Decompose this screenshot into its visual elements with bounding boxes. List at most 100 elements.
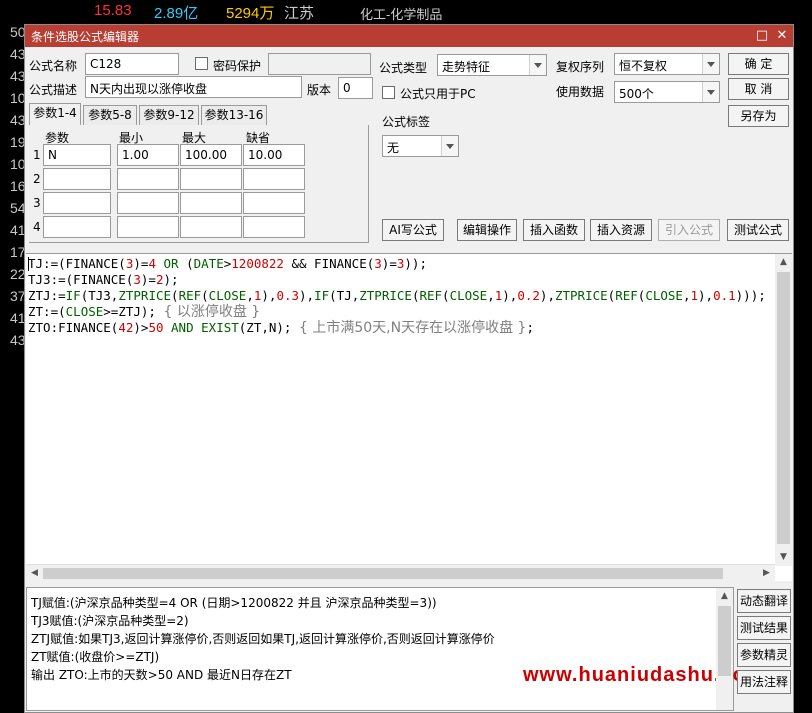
scroll-down-icon[interactable]: ▼ — [775, 549, 792, 566]
param-name-input[interactable]: N — [43, 144, 111, 166]
param-row-number: 3 — [33, 196, 41, 210]
restore-icon[interactable]: □ — [753, 27, 771, 45]
pc-only-label: 公式只用于PC — [400, 87, 476, 101]
param-row-number: 4 — [33, 220, 41, 234]
scroll-right-icon[interactable]: ▶ — [758, 565, 775, 582]
password-checkbox[interactable] — [195, 57, 208, 70]
chevron-down-icon — [529, 55, 546, 75]
param-default-input[interactable] — [243, 216, 305, 238]
cancel-button[interactable]: 取 消 — [728, 78, 789, 100]
password-label: 密码保护 — [213, 59, 262, 73]
background-left-numbers: 50 43 43 10 43 19 10 16 54 41 17 22 37 4… — [0, 24, 26, 354]
scroll-up-icon[interactable]: ▲ — [775, 254, 792, 271]
ticker-price: 15.83 — [94, 2, 132, 19]
ai-write-button[interactable]: AI写公式 — [382, 219, 444, 241]
save-as-button[interactable]: 另存为 — [728, 105, 789, 127]
edit-ops-button[interactable]: 编辑操作 — [457, 219, 517, 241]
ticker-shares: 5294万 — [226, 5, 275, 22]
scroll-thumb[interactable] — [718, 606, 731, 676]
dynamic-translate-button[interactable]: 动态翻译 — [737, 589, 791, 613]
param-min-input[interactable] — [117, 192, 179, 214]
tab-params-13-16[interactable]: 参数13-16 — [201, 105, 267, 125]
param-max-input[interactable] — [180, 168, 242, 190]
editor-vertical-scrollbar[interactable]: ▲ ▼ — [775, 254, 792, 566]
rights-select[interactable]: 恒不复权 — [614, 53, 720, 75]
scroll-thumb[interactable] — [43, 568, 723, 579]
ticker-amount: 49.99亿 — [4, 5, 57, 22]
insert-function-button[interactable]: 插入函数 — [523, 219, 585, 241]
param-min-input[interactable] — [117, 168, 179, 190]
translation-line: TJ赋值:(沪深京品种类型=4 OR (日期>1200822 并且 沪深京品种类… — [31, 596, 437, 610]
data-select[interactable]: 500个 — [614, 81, 720, 103]
translation-line: 输出 ZTO:上市的天数>50 AND 最近N日存在ZT — [31, 668, 292, 682]
test-formula-button[interactable]: 测试公式 — [727, 219, 789, 241]
scroll-left-icon[interactable]: ◀ — [26, 565, 43, 582]
param-min-input[interactable]: 1.00 — [117, 144, 179, 166]
data-value: 500个 — [619, 87, 654, 101]
formula-type-select[interactable]: 走势特征 — [437, 54, 547, 76]
version-input[interactable]: 0 — [338, 77, 373, 99]
test-result-button[interactable]: 测试结果 — [737, 616, 791, 640]
insert-resource-button[interactable]: 插入资源 — [590, 219, 652, 241]
translation-line: ZTJ赋值:如果TJ3,返回计算涨停价,否则返回如果TJ,返回计算涨停价,否则返… — [31, 632, 495, 646]
rights-value: 恒不复权 — [619, 59, 668, 73]
formula-code[interactable]: TJ:=(FINANCE(3)=4 OR (DATE>1200822 && FI… — [28, 256, 776, 556]
tab-params-9-12[interactable]: 参数9-12 — [139, 105, 199, 125]
ticker-industry: 化工-化学制品 — [360, 7, 443, 22]
param-name-input[interactable] — [43, 168, 111, 190]
tag-label: 公式标签 — [382, 115, 431, 129]
tag-value: 无 — [387, 141, 400, 155]
scroll-thumb[interactable] — [777, 272, 790, 544]
param-row-number: 2 — [33, 172, 41, 186]
text-caret — [28, 257, 29, 271]
code-line: TJ:=(FINANCE(3)=4 OR (DATE>1200822 && FI… — [28, 256, 427, 271]
tab-params-1-4[interactable]: 参数1-4 — [29, 103, 81, 125]
code-line: ZT:=(CLOSE>=ZTJ); { 以涨停收盘 } — [28, 304, 261, 320]
password-input[interactable] — [268, 53, 371, 75]
chevron-down-icon — [441, 136, 458, 156]
chevron-down-icon — [702, 82, 719, 102]
version-label: 版本 — [307, 83, 332, 97]
background-right-strip — [794, 24, 812, 713]
dialog-titlebar[interactable]: 条件选股公式编辑器 □ ✕ — [25, 25, 793, 47]
tag-select[interactable]: 无 — [382, 135, 459, 157]
dialog-title: 条件选股公式编辑器 — [31, 30, 140, 44]
ticker-region: 江苏 — [284, 5, 315, 22]
close-icon[interactable]: ✕ — [773, 27, 791, 45]
formula-name-label: 公式名称 — [29, 59, 78, 73]
tab-params-5-8[interactable]: 参数5-8 — [83, 105, 137, 125]
ok-button[interactable]: 确 定 — [728, 53, 789, 75]
param-max-input[interactable]: 100.00 — [180, 144, 242, 166]
param-max-input[interactable] — [180, 216, 242, 238]
background-ticker: 49.99亿 15.83 2.89亿 5294万 江苏 化工-化学制品 — [0, 0, 812, 24]
formula-desc-input[interactable]: N天内出现以涨停收盘 — [85, 76, 302, 98]
data-label: 使用数据 — [556, 85, 605, 99]
formula-code-editor[interactable]: TJ:=(FINANCE(3)=4 OR (DATE>1200822 && FI… — [26, 253, 792, 581]
editor-horizontal-scrollbar[interactable]: ◀ ▶ — [26, 564, 775, 581]
formula-type-value: 走势特征 — [442, 60, 491, 74]
translation-panel: TJ赋值:(沪深京品种类型=4 OR (日期>1200822 并且 沪深京品种类… — [26, 587, 764, 711]
pc-only-checkbox[interactable] — [382, 86, 395, 99]
code-line: TJ3:=(FINANCE(3)=2); — [28, 272, 179, 287]
formula-editor-dialog: 条件选股公式编辑器 □ ✕ 公式名称 C128 密码保护 公式类型 走势特征 复… — [24, 24, 794, 713]
formula-desc-label: 公式描述 — [29, 83, 78, 97]
param-wizard-button[interactable]: 参数精灵 — [737, 643, 791, 667]
param-default-input[interactable] — [243, 168, 305, 190]
chevron-down-icon — [702, 54, 719, 74]
translation-scrollbar[interactable]: ▲ — [716, 588, 733, 710]
ticker-volume: 2.89亿 — [154, 5, 199, 22]
param-min-input[interactable] — [117, 216, 179, 238]
param-name-input[interactable] — [43, 192, 111, 214]
param-name-input[interactable] — [43, 216, 111, 238]
param-default-input[interactable]: 10.00 — [243, 144, 305, 166]
param-default-input[interactable] — [243, 192, 305, 214]
param-max-input[interactable] — [180, 192, 242, 214]
translation-line: TJ3赋值:(沪深京品种类型=2) — [31, 614, 189, 628]
translation-line: ZT赋值:(收盘价>=ZTJ) — [31, 650, 160, 664]
formula-type-label: 公式类型 — [379, 61, 428, 75]
formula-name-input[interactable]: C128 — [85, 53, 179, 75]
usage-notes-button[interactable]: 用法注释 — [737, 670, 791, 694]
import-formula-button[interactable]: 引入公式 — [658, 219, 720, 241]
param-row-number: 1 — [33, 148, 41, 162]
scroll-up-icon[interactable]: ▲ — [716, 588, 733, 605]
